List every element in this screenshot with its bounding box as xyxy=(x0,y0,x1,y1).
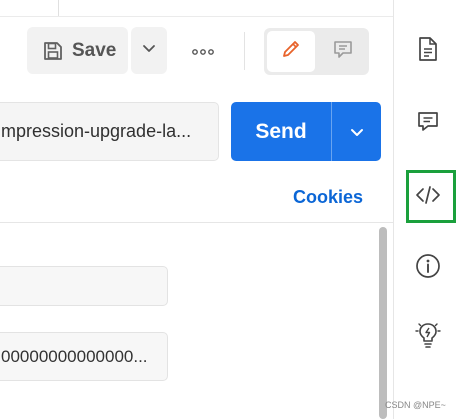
top-strip xyxy=(0,0,394,17)
right-sidebar-divider xyxy=(393,0,394,419)
sidebar-item-comments[interactable] xyxy=(413,108,443,138)
code-icon xyxy=(415,184,441,211)
param-value-input[interactable]: 00000000000000... xyxy=(0,332,168,381)
comment-mode-button[interactable] xyxy=(319,31,367,72)
info-icon xyxy=(415,253,441,284)
top-strip-divider xyxy=(58,0,59,16)
save-button[interactable]: Save xyxy=(27,27,128,74)
document-icon xyxy=(416,36,440,67)
save-icon xyxy=(42,40,64,62)
mode-toggle xyxy=(264,28,369,75)
param-value-input[interactable] xyxy=(0,266,168,306)
sidebar-item-suggestions[interactable] xyxy=(413,322,443,352)
more-actions-button[interactable] xyxy=(185,35,221,67)
more-icon xyxy=(192,42,214,60)
request-url-text: mpression-upgrade-la... xyxy=(1,121,192,141)
toolbar-divider xyxy=(244,32,245,70)
save-options-button[interactable] xyxy=(131,27,167,74)
chevron-down-icon xyxy=(142,41,156,60)
section-divider xyxy=(0,222,394,223)
comment-icon xyxy=(416,109,440,138)
edit-mode-button[interactable] xyxy=(267,31,315,72)
param-value-text: 00000000000000... xyxy=(1,346,148,366)
cookies-link[interactable]: Cookies xyxy=(293,187,363,208)
watermark-text: CSDN @NPE~ xyxy=(385,400,446,410)
send-button-label: Send xyxy=(255,119,307,143)
pencil-icon xyxy=(280,38,302,65)
sidebar-item-code[interactable] xyxy=(413,182,443,212)
save-button-label: Save xyxy=(72,39,117,61)
sidebar-item-info[interactable] xyxy=(413,253,443,283)
postman-request-panel: Save mpression-upgrade-la... Send Cookie… xyxy=(0,0,465,419)
scrollbar-thumb[interactable] xyxy=(379,227,387,419)
send-button[interactable]: Send xyxy=(231,102,381,161)
send-options-button[interactable] xyxy=(332,102,381,161)
lightbulb-icon xyxy=(414,320,442,355)
comment-icon xyxy=(332,38,354,65)
sidebar-item-documentation[interactable] xyxy=(413,36,443,66)
chevron-down-icon xyxy=(350,128,363,136)
request-url-input[interactable]: mpression-upgrade-la... xyxy=(0,102,219,161)
